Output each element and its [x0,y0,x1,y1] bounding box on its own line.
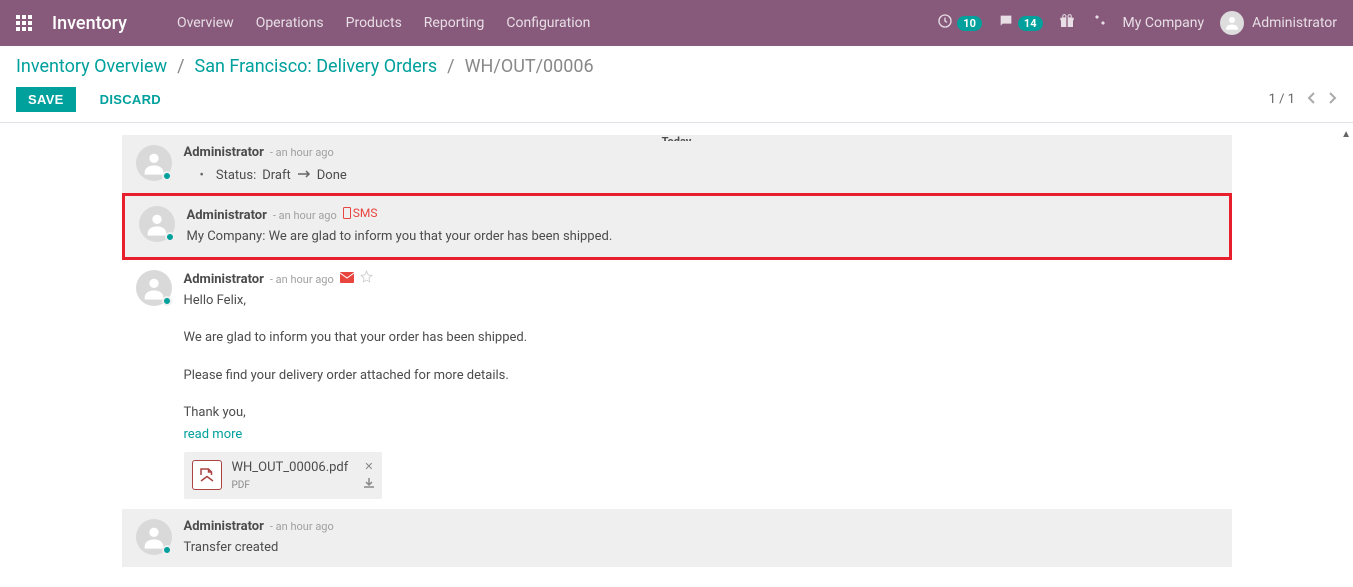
activity-badge: 10 [957,16,982,31]
nav-menu: Overview Operations Products Reporting C… [177,15,590,31]
avatar-icon [136,519,172,555]
status-change: Status: Draft Done [200,168,1218,183]
download-icon[interactable] [364,478,374,490]
scroll-indicator: ▲ [1341,129,1351,140]
presence-dot [162,296,172,306]
pdf-icon [192,460,222,490]
messages-button[interactable]: 14 [998,13,1043,33]
pager-prev[interactable] [1307,90,1317,109]
arrow-right-icon [297,168,311,183]
presence-dot [162,171,172,181]
message-body-content: Hello Felix, We are glad to inform you t… [184,291,1218,499]
activity-button[interactable]: 10 [937,13,982,33]
message-time: - an hour ago [270,146,334,159]
breadcrumb-link-1[interactable]: San Francisco: Delivery Orders [195,56,438,77]
discard-button[interactable]: DISCARD [92,87,169,112]
email-line-1: Hello Felix, [184,291,1218,311]
pager-next[interactable] [1327,90,1337,109]
star-icon[interactable] [360,270,373,287]
attachment-type: PDF [232,478,349,493]
breadcrumb-current: WH/OUT/00006 [465,56,594,77]
company-name[interactable]: My Company [1123,15,1205,31]
clock-icon [937,13,953,33]
messages-badge: 14 [1018,16,1043,31]
email-line-2: We are glad to inform you that your orde… [184,328,1218,348]
pager-text[interactable]: 1 / 1 [1269,92,1295,107]
status-from: Draft [262,168,291,183]
save-button[interactable]: SAVE [16,87,76,112]
envelope-icon[interactable] [340,272,354,287]
message-sms-highlighted: Administrator - an hour ago SMS My Compa… [122,193,1232,260]
status-label: Status: [216,168,256,183]
attachment[interactable]: WH_OUT_00006.pdf PDF ✕ [184,452,383,499]
navbar: Inventory Overview Operations Products R… [0,0,1353,46]
control-bar: SAVE DISCARD 1 / 1 [0,81,1353,123]
email-line-3: Please find your delivery order attached… [184,366,1218,386]
breadcrumb-sep: / [447,56,454,77]
nav-overview[interactable]: Overview [177,15,234,31]
status-to: Done [317,168,347,183]
message-note: Administrator - an hour ago Transfer cre… [122,509,1232,568]
sms-label: SMS [353,206,378,220]
avatar-icon [136,270,172,306]
close-icon[interactable]: ✕ [364,461,374,472]
app-title[interactable]: Inventory [52,13,127,34]
breadcrumb-link-0[interactable]: Inventory Overview [16,56,167,77]
nav-operations[interactable]: Operations [256,15,324,31]
user-name: Administrator [1252,15,1337,31]
message-time: - an hour ago [273,209,337,222]
presence-dot [165,232,175,242]
user-menu[interactable]: Administrator [1220,11,1337,35]
message-author[interactable]: Administrator [184,145,264,160]
user-avatar-icon [1220,11,1244,35]
apps-icon[interactable] [16,15,32,31]
gift-icon[interactable] [1059,13,1075,33]
chat-icon [998,13,1014,33]
email-line-4: Thank you, [184,403,1218,423]
message-time: - an hour ago [270,520,334,533]
nav-products[interactable]: Products [346,15,402,31]
sms-tag[interactable]: SMS [343,206,378,220]
message-body-text: My Company: We are glad to inform you th… [187,227,1215,247]
message-author[interactable]: Administrator [184,519,264,534]
message-author[interactable]: Administrator [187,208,267,223]
message-author[interactable]: Administrator [184,272,264,287]
read-more-link[interactable]: read more [184,427,243,442]
breadcrumb-sep: / [177,56,184,77]
message-note: Administrator - an hour ago Status: Draf… [122,135,1232,193]
avatar-icon [139,206,175,242]
message-body-text: Transfer created [184,538,1218,558]
avatar-icon [136,145,172,181]
message-time: - an hour ago [270,273,334,286]
messages-container: Today Administrator - an hour ago Status… [122,123,1232,567]
nav-configuration[interactable]: Configuration [506,15,590,31]
breadcrumb: Inventory Overview / San Francisco: Deli… [0,46,1353,81]
presence-dot [162,545,172,555]
message-email: Administrator - an hour ago Hello Felix,… [122,260,1232,509]
attachment-name: WH_OUT_00006.pdf [232,458,349,478]
wrench-icon[interactable] [1091,13,1107,33]
nav-reporting[interactable]: Reporting [424,15,485,31]
content-area: ▲ Today Administrator - an hour ago Stat… [0,123,1353,567]
